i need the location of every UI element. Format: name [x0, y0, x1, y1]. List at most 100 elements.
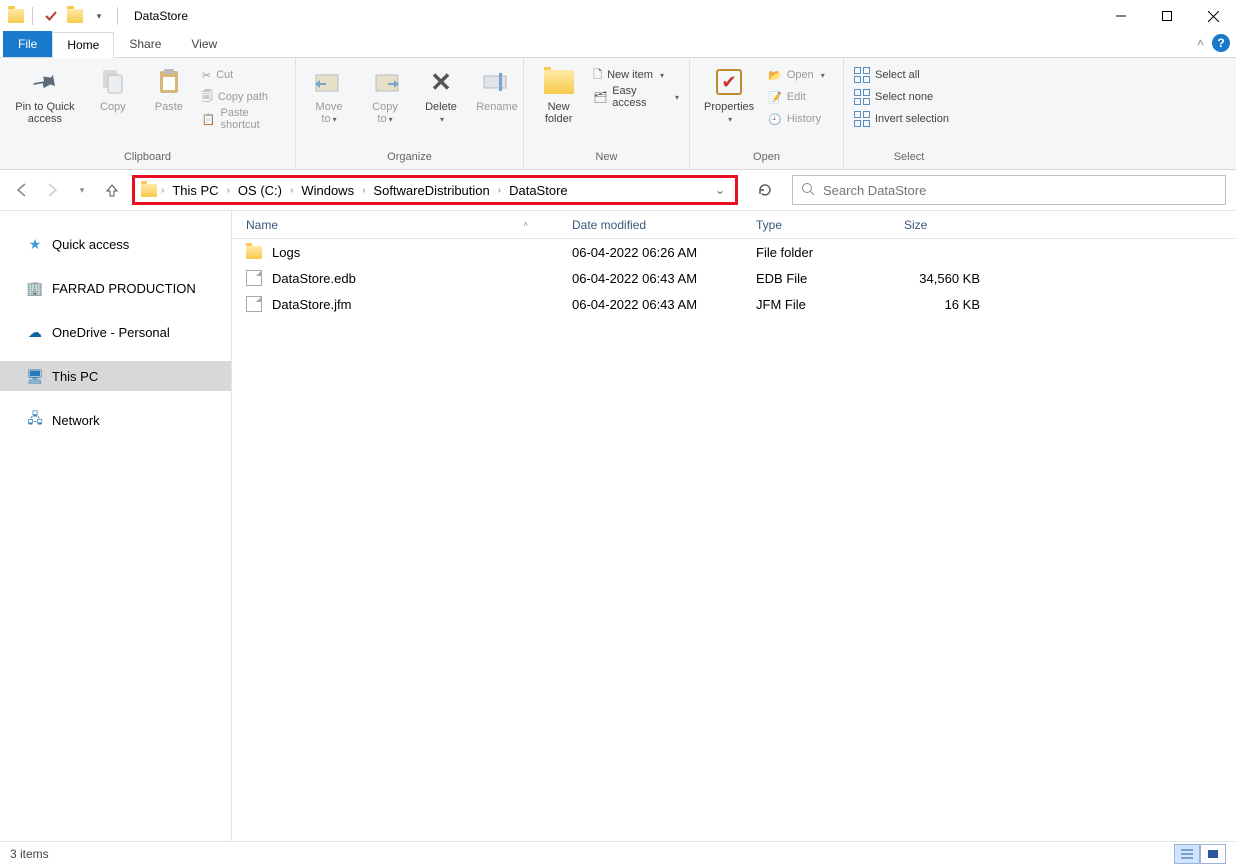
copy-path-button[interactable]: 🗐Copy path — [200, 86, 287, 108]
ribbon: Pin to Quick access Copy Paste ✂Cut 🗐Cop… — [0, 58, 1236, 170]
forward-button[interactable] — [40, 178, 64, 202]
open-button[interactable]: 📂Open▾ — [766, 64, 827, 86]
tab-view[interactable]: View — [176, 31, 232, 57]
invert-label: Invert selection — [875, 113, 949, 125]
maximize-button[interactable] — [1144, 0, 1190, 32]
chevron-icon[interactable]: › — [227, 185, 230, 196]
address-dropdown-icon[interactable]: ⌄ — [711, 183, 729, 197]
nav-this-pc[interactable]: 🖥 This PC — [0, 361, 231, 391]
help-icon[interactable]: ? — [1212, 34, 1230, 52]
rename-button[interactable]: Rename — [472, 62, 522, 113]
paste-icon — [153, 66, 185, 98]
chevron-icon[interactable]: › — [362, 185, 365, 196]
tab-file[interactable]: File — [3, 31, 52, 57]
search-icon — [801, 182, 815, 199]
copy-to-button[interactable]: Copy to▾ — [360, 62, 410, 125]
navigation-bar: ▾ › This PC › OS (C:) › Windows › Softwa… — [0, 170, 1236, 210]
selectall-label: Select all — [875, 69, 920, 81]
file-name: DataStore.edb — [272, 271, 356, 286]
tab-home[interactable]: Home — [52, 32, 114, 58]
column-name[interactable]: Name˄ — [232, 218, 558, 232]
moveto-label: Move to▾ — [310, 101, 348, 125]
breadcrumb-item[interactable]: Windows — [297, 181, 358, 200]
delete-button[interactable]: ✕ Delete▾ — [416, 62, 466, 125]
move-to-button[interactable]: Move to▾ — [304, 62, 354, 125]
thumbnails-view-button[interactable] — [1200, 844, 1226, 864]
properties-icon: ✔ — [713, 66, 745, 98]
close-button[interactable] — [1190, 0, 1236, 32]
select-group-label: Select — [852, 151, 966, 167]
column-size[interactable]: Size — [890, 218, 990, 232]
details-view-button[interactable] — [1174, 844, 1200, 864]
qat-properties-icon[interactable] — [41, 6, 61, 26]
file-name: Logs — [272, 245, 300, 260]
qat-newfolder-icon[interactable] — [67, 9, 83, 23]
breadcrumb-item[interactable]: OS (C:) — [234, 181, 286, 200]
pc-icon: 🖥 — [26, 367, 44, 385]
sort-asc-icon: ˄ — [523, 220, 528, 229]
delete-icon: ✕ — [425, 66, 457, 98]
history-button[interactable]: 🕘History — [766, 108, 827, 130]
chevron-icon[interactable]: › — [161, 185, 164, 196]
file-type: JFM File — [742, 297, 890, 312]
up-button[interactable] — [100, 178, 124, 202]
breadcrumb-item[interactable]: SoftwareDistribution — [369, 181, 493, 200]
minimize-button[interactable] — [1098, 0, 1144, 32]
newitem-icon: 🗋 — [593, 66, 602, 85]
copy-label: Copy — [100, 101, 126, 113]
search-input[interactable] — [823, 183, 1217, 198]
pastesc-icon: 📋 — [202, 113, 216, 126]
nav-network[interactable]: 🖧Network — [0, 405, 231, 435]
file-size: 34,560 KB — [890, 271, 990, 286]
edit-button[interactable]: 📝Edit — [766, 86, 827, 108]
file-row[interactable]: DataStore.jfm06-04-2022 06:43 AMJFM File… — [232, 291, 1236, 317]
breadcrumb-item[interactable]: DataStore — [505, 181, 572, 200]
address-bar[interactable]: › This PC › OS (C:) › Windows › Software… — [132, 175, 738, 205]
properties-button[interactable]: ✔ Properties▾ — [698, 62, 760, 125]
column-date[interactable]: Date modified — [558, 218, 742, 232]
column-type[interactable]: Type — [742, 218, 890, 232]
easy-access-button[interactable]: 🗂Easy access▾ — [591, 86, 681, 108]
breadcrumb-item[interactable]: This PC — [168, 181, 222, 200]
select-none-button[interactable]: Select none — [852, 86, 951, 108]
col-date-label: Date modified — [572, 218, 646, 232]
invert-icon — [854, 111, 870, 127]
recent-locations-button[interactable]: ▾ — [70, 178, 94, 202]
refresh-button[interactable] — [750, 175, 780, 205]
file-size: 16 KB — [890, 297, 990, 312]
qat-dropdown-icon[interactable]: ▾ — [89, 6, 109, 26]
nav-farrad[interactable]: 🏢FARRAD PRODUCTION — [0, 273, 231, 303]
easyaccess-icon: 🗂 — [593, 91, 607, 104]
copy-button[interactable]: Copy — [88, 62, 138, 113]
file-name: DataStore.jfm — [272, 297, 351, 312]
new-item-button[interactable]: 🗋New item▾ — [591, 64, 681, 86]
invert-selection-button[interactable]: Invert selection — [852, 108, 951, 130]
app-icon — [8, 9, 24, 23]
pin-quickaccess-button[interactable]: Pin to Quick access — [8, 62, 82, 125]
nav-label: This PC — [52, 369, 98, 384]
newfolder-label: New folder — [538, 101, 579, 125]
search-box[interactable] — [792, 175, 1226, 205]
nav-quick-access[interactable]: ★Quick access — [0, 229, 231, 259]
select-all-button[interactable]: Select all — [852, 64, 951, 86]
file-row[interactable]: DataStore.edb06-04-2022 06:43 AMEDB File… — [232, 265, 1236, 291]
back-button[interactable] — [10, 178, 34, 202]
copypath-icon: 🗐 — [202, 88, 213, 107]
paste-button[interactable]: Paste — [144, 62, 194, 113]
ribbon-collapse-icon[interactable]: ˄ — [1197, 36, 1204, 50]
file-row[interactable]: Logs06-04-2022 06:26 AMFile folder — [232, 239, 1236, 265]
copy-icon — [97, 66, 129, 98]
cloud-icon: ☁ — [26, 323, 44, 341]
file-type: EDB File — [742, 271, 890, 286]
chevron-icon[interactable]: › — [290, 185, 293, 196]
nav-onedrive[interactable]: ☁OneDrive - Personal — [0, 317, 231, 347]
cut-label: Cut — [216, 69, 233, 81]
tab-share[interactable]: Share — [114, 31, 176, 57]
chevron-icon[interactable]: › — [498, 185, 501, 196]
cut-button[interactable]: ✂Cut — [200, 64, 287, 86]
nav-label: Network — [52, 413, 100, 428]
new-folder-button[interactable]: New folder — [532, 62, 585, 125]
paste-shortcut-button[interactable]: 📋Paste shortcut — [200, 108, 287, 130]
status-bar: 3 items — [0, 841, 1236, 865]
breadcrumb-label: SoftwareDistribution — [373, 183, 489, 198]
